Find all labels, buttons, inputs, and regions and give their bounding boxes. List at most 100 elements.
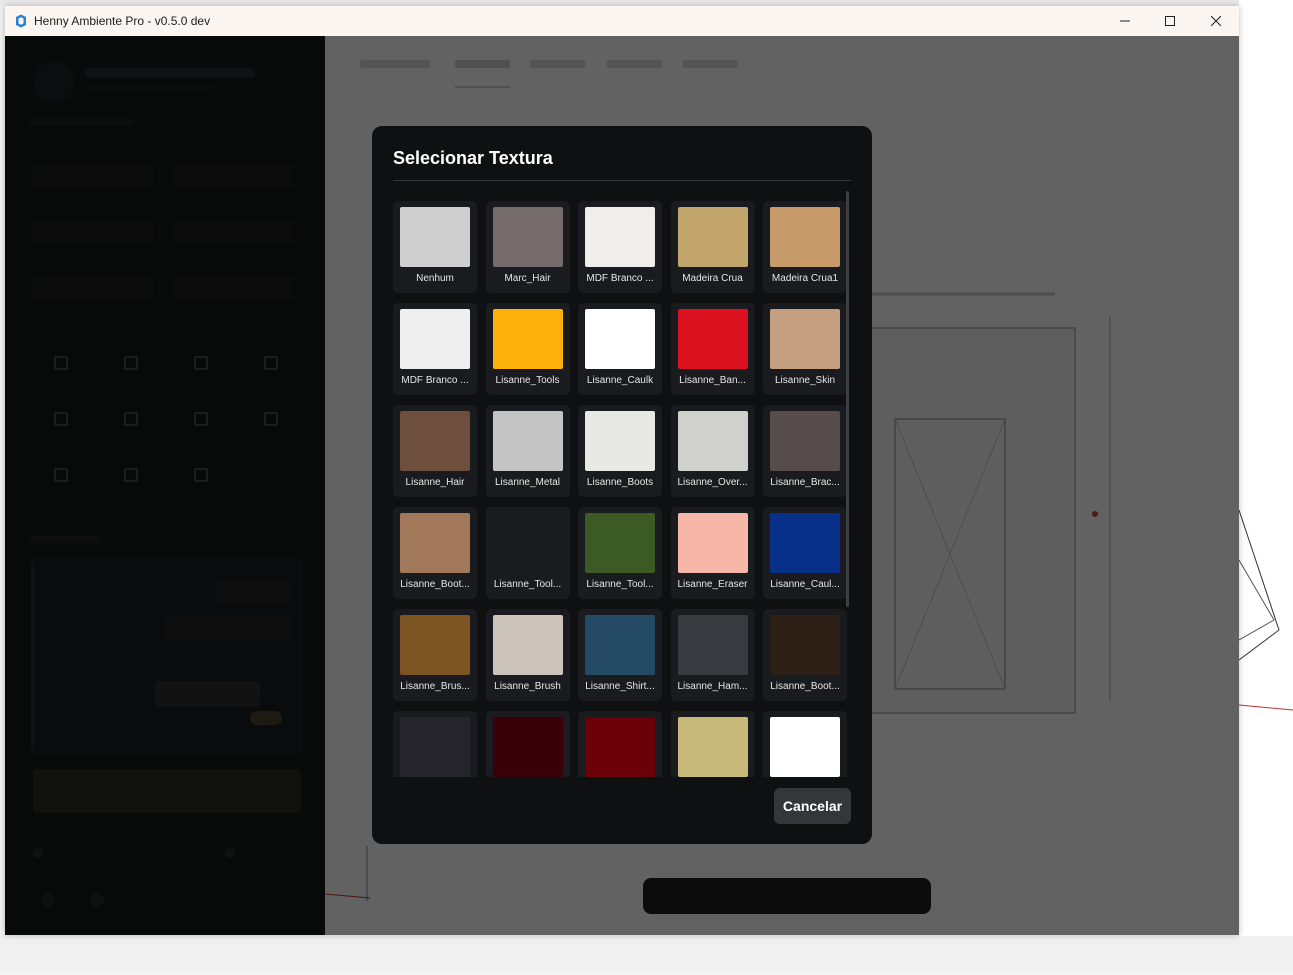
texture-swatch [400,717,470,777]
texture-label: Lisanne_Tool... [493,579,562,590]
background-drawing [1238,509,1293,711]
modal-title: Selecionar Textura [393,148,553,168]
close-button[interactable] [1193,6,1239,36]
texture-label: Lisanne_Brush [494,681,561,692]
texture-label: Lisanne_Boot... [400,579,470,590]
texture-swatch [677,615,748,675]
texture-tile[interactable]: Lisanne_Boot... [393,507,477,599]
texture-swatch [677,717,748,777]
texture-tile[interactable]: Lisanne_Hair [393,405,477,497]
texture-tile[interactable] [485,711,570,777]
texture-swatch [677,309,748,369]
texture-swatch [585,411,655,471]
texture-swatch [677,411,748,471]
texture-tile[interactable]: Lisanne_Caulk [578,303,662,395]
texture-tile[interactable]: Lisanne_Ban... [670,303,755,395]
texture-label: Lisanne_Over... [677,477,748,488]
texture-swatch [677,513,748,573]
texture-label: Lisanne_Skin [774,375,836,386]
texture-tile[interactable] [393,711,477,777]
texture-label: Lisanne_Hair [405,477,465,488]
maximize-button[interactable] [1147,6,1193,36]
texture-tile[interactable]: Lisanne_Brus... [393,609,477,701]
texture-label: Lisanne_Metal [494,477,561,488]
texture-tile[interactable]: Marc_Hair [485,201,570,293]
texture-tile[interactable]: Lisanne_Tool... [578,507,662,599]
texture-picker-modal: Selecionar Textura Nenhum Marc_Hair MDF Br… [372,126,872,844]
texture-label: Lisanne_Brus... [400,681,470,692]
texture-swatch [400,513,470,573]
texture-tile[interactable]: Madeira Crua [670,201,755,293]
texture-label: Lisanne_Caulk [586,375,654,386]
close-icon [1211,16,1221,26]
texture-label: MDF Branco ... [401,375,469,386]
texture-swatch [677,207,748,267]
texture-swatch [770,411,840,471]
app-client-area: Selecionar Textura Nenhum Marc_Hair MDF Br… [5,36,1239,935]
texture-tile[interactable]: Lisanne_Skin [763,303,847,395]
texture-label: Lisanne_Ban... [679,375,746,386]
texture-tile[interactable]: Lisanne_Metal [485,405,570,497]
texture-tile[interactable]: Lisanne_Over... [670,405,755,497]
texture-label: Lisanne_Tools [495,375,560,386]
texture-tile[interactable]: MDF Branco ... [578,201,662,293]
texture-tile[interactable] [578,711,662,777]
texture-tile[interactable]: Lisanne_Brush [485,609,570,701]
texture-label: Lisanne_Eraser [677,579,748,590]
texture-swatch [770,615,840,675]
texture-tile[interactable]: Lisanne_Tool... [485,507,570,599]
texture-label: Lisanne_Caul... [770,579,840,590]
texture-label: Lisanne_Boot... [770,681,840,692]
texture-swatch [492,513,563,573]
texture-swatch [492,207,563,267]
texture-tile[interactable]: Lisanne_Tools [485,303,570,395]
texture-label: Lisanne_Brac... [770,477,840,488]
window-title: Henny Ambiente Pro - v0.5.0 dev [34,14,211,28]
texture-tile[interactable]: Lisanne_Boot... [763,609,847,701]
texture-label: Madeira Crua1 [771,273,839,284]
sketchup-icon [16,14,26,28]
texture-label: Nenhum [416,273,454,284]
minimize-icon [1120,20,1130,22]
texture-tile[interactable] [763,711,847,777]
texture-tile[interactable]: Nenhum [393,201,477,293]
texture-swatch [492,411,563,471]
texture-tile[interactable]: Lisanne_Shirt... [578,609,662,701]
texture-tile[interactable]: Lisanne_Ham... [670,609,755,701]
texture-label: Lisanne_Tool... [586,579,654,590]
texture-swatch [492,309,563,369]
texture-swatch [400,207,470,267]
texture-tile[interactable]: Lisanne_Brac... [763,405,847,497]
texture-swatch [770,513,840,573]
texture-swatch [585,717,655,777]
texture-swatch [770,207,840,267]
maximize-icon [1165,16,1175,26]
texture-swatch [770,309,840,369]
minimize-button[interactable] [1102,6,1148,36]
texture-tile[interactable]: Lisanne_Eraser [670,507,755,599]
texture-label: Marc_Hair [504,273,551,284]
texture-swatch [400,615,470,675]
divider [393,180,851,181]
texture-label: Lisanne_Ham... [677,681,748,692]
texture-swatch [585,309,655,369]
texture-swatch [400,411,470,471]
background-window [1238,0,1293,970]
texture-label: Lisanne_Boots [586,477,654,488]
texture-tile[interactable]: Lisanne_Caul... [763,507,847,599]
texture-tile[interactable]: MDF Branco ... [393,303,477,395]
texture-swatch [400,309,470,369]
texture-swatch [585,513,655,573]
texture-label: Madeira Crua [682,273,743,284]
desktop-bottom [0,936,1293,970]
texture-swatch [585,615,655,675]
app-window: Henny Ambiente Pro - v0.5.0 dev Selecion… [5,6,1239,935]
title-bar: Henny Ambiente Pro - v0.5.0 dev [5,6,1239,37]
cancel-button[interactable]: Cancelar [774,788,851,824]
texture-tile[interactable]: Madeira Crua1 [763,201,847,293]
texture-swatch [770,717,840,777]
texture-tile[interactable] [670,711,755,777]
scrollbar[interactable] [846,191,849,607]
texture-label: MDF Branco ... [586,273,654,284]
texture-tile[interactable]: Lisanne_Boots [578,405,662,497]
